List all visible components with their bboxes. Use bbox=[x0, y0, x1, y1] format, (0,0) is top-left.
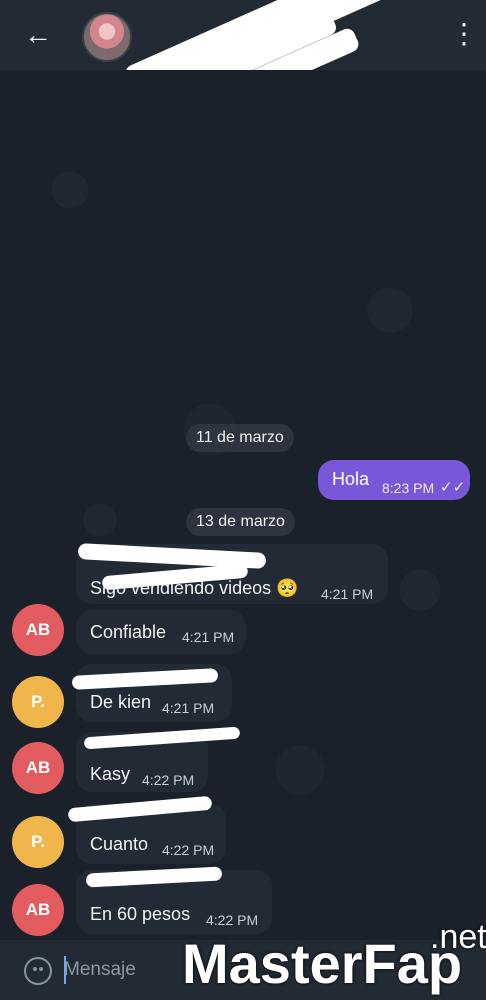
watermark-main: MasterFap bbox=[182, 932, 463, 995]
more-vertical-icon[interactable]: ⋮ bbox=[450, 20, 478, 50]
watermark: MasterFap .net bbox=[182, 920, 486, 1000]
message-input[interactable] bbox=[64, 955, 194, 985]
back-button[interactable]: ← bbox=[24, 21, 52, 50]
contact-avatar[interactable] bbox=[82, 12, 132, 62]
message-time: 4:21 PM bbox=[321, 586, 374, 602]
outgoing-message[interactable]: Hola 8:23 PM ✓✓ bbox=[318, 460, 470, 500]
avatar[interactable]: P. bbox=[12, 676, 64, 728]
date-separator: 11 de marzo bbox=[186, 424, 294, 452]
double-check-icon: ✓✓ bbox=[440, 479, 466, 496]
avatar[interactable]: AB bbox=[12, 742, 64, 794]
message-text: De kien bbox=[90, 692, 152, 712]
message-time: 4:22 PM bbox=[162, 842, 215, 858]
message-time: 4:21 PM bbox=[162, 700, 215, 716]
message-time: 4:22 PM bbox=[142, 772, 195, 788]
message-text: Confiable bbox=[90, 622, 167, 642]
watermark-suffix: .net bbox=[430, 918, 486, 956]
message-text: Kasy bbox=[90, 764, 131, 784]
message-text: Cuanto bbox=[90, 834, 149, 854]
avatar[interactable]: AB bbox=[12, 884, 64, 936]
avatar[interactable]: AB bbox=[12, 604, 64, 656]
incoming-message[interactable]: Confiable 4:21 PM bbox=[76, 610, 246, 654]
message-time: 8:23 PM bbox=[382, 480, 435, 496]
message-time: 4:21 PM bbox=[182, 629, 235, 645]
smiley-icon[interactable] bbox=[24, 957, 52, 985]
message-text: Hola bbox=[332, 469, 370, 489]
avatar[interactable]: P. bbox=[12, 816, 64, 868]
message-text: En 60 pesos bbox=[90, 904, 191, 924]
date-separator: 13 de marzo bbox=[186, 508, 295, 536]
message-time: 4:22 PM bbox=[206, 912, 259, 928]
